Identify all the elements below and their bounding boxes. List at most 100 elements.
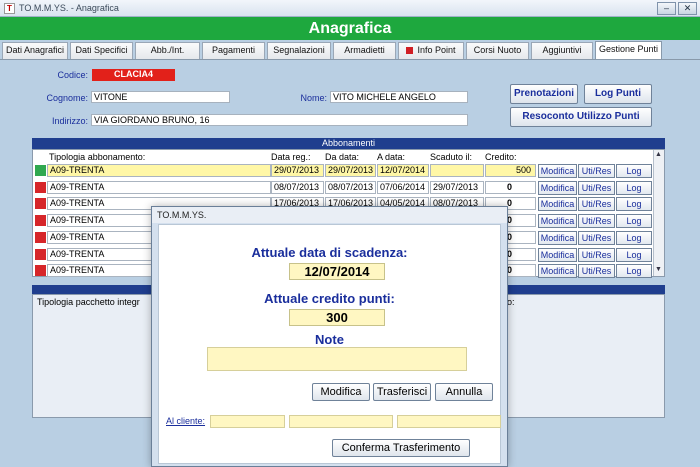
cognome-label: Cognome: [46,93,88,103]
page-header: Anagrafica [0,17,700,40]
row-log-button[interactable]: Log [616,214,652,229]
row-uti-res-button[interactable]: Uti/Res [578,264,615,279]
credito-label: Attuale credito punti: [264,291,395,306]
tab-gestione-punti[interactable]: Gestione Punti [595,41,662,59]
cliente-field-1[interactable] [210,415,285,428]
credito-value: 300 [289,309,385,326]
row-modifica-button[interactable]: Modifica [538,247,577,262]
title-bar: T TO.M.M.YS. - Anagrafica – ✕ [0,0,700,17]
row-uti-res-button[interactable]: Uti/Res [578,214,615,229]
status-indicator-icon [35,165,46,176]
info-point-indicator-icon [406,47,414,54]
annulla-button[interactable]: Annulla [435,383,493,401]
cell-da: 08/07/2013 [325,180,376,194]
note-label: Note [315,332,344,347]
status-indicator-icon [35,248,46,260]
col-pacchetto-right: o: [507,297,515,307]
cell-scaduto: 29/07/2013 [430,180,484,194]
trasferimento-dialog: TO.M.M.YS. Attuale data di scadenza: 12/… [151,206,508,467]
tab-dati-anagrafici[interactable]: Dati Anagrafici [2,42,68,59]
tab-info-point[interactable]: Info Point [398,42,464,59]
prenotazioni-button[interactable]: Prenotazioni [510,84,578,104]
tab-segnalazioni[interactable]: Segnalazioni [267,42,331,59]
minimize-button[interactable]: – [657,2,676,15]
abbonamenti-scrollbar[interactable]: ▲ ▼ [653,150,664,276]
row-uti-res-button[interactable]: Uti/Res [578,230,615,245]
row-modifica-button[interactable]: Modifica [538,264,577,279]
cell-credito: 0 [485,180,536,194]
row-log-button[interactable]: Log [616,247,652,262]
cell-data-reg: 08/07/2013 [271,180,324,194]
conferma-trasferimento-button[interactable]: Conferma Trasferimento [332,439,470,457]
table-row[interactable]: A09-TRENTA 29/07/2013 29/07/2013 12/07/2014… [33,162,653,178]
row-uti-res-button[interactable]: Uti/Res [578,247,615,262]
row-log-button[interactable]: Log [616,180,652,195]
col-data-reg: Data reg.: [271,152,311,162]
tab-strip: Dati Anagrafici Dati Specifici Abb./Int.… [0,41,700,59]
trasferisci-button[interactable]: Trasferisci [373,383,431,401]
al-cliente-link[interactable]: Al cliente: [166,416,205,426]
scroll-down-icon[interactable]: ▼ [655,266,662,273]
nome-label: Nome: [300,93,327,103]
cell-a: 12/07/2014 [377,164,429,177]
tab-info-point-label: Info Point [417,45,456,55]
row-modifica-button[interactable]: Modifica [538,180,577,195]
app-icon: T [4,3,15,14]
status-indicator-icon [35,265,46,277]
row-uti-res-button[interactable]: Uti/Res [578,180,615,195]
col-tipologia: Tipologia abbonamento: [49,152,146,162]
row-log-button[interactable]: Log [616,197,652,212]
row-modifica-button[interactable]: Modifica [538,214,577,229]
status-indicator-icon [35,231,46,243]
cognome-field[interactable] [91,91,230,103]
window-title: TO.M.M.YS. - Anagrafica [19,3,119,13]
indirizzo-field[interactable] [91,114,468,126]
row-modifica-button[interactable]: Modifica [538,230,577,245]
indirizzo-label: Indirizzo: [51,116,88,126]
note-field[interactable] [207,347,467,371]
nome-field[interactable] [330,91,468,103]
cell-credito: 500 [485,164,536,177]
status-indicator-icon [35,215,46,227]
tab-abb-int[interactable]: Abb./Int. [135,42,200,59]
col-scaduto: Scaduto il: [430,152,473,162]
scadenza-label: Attuale data di scadenza: [251,245,408,260]
cell-scaduto [430,164,484,177]
col-credito: Credito: [485,152,517,162]
abbonamenti-section-title: Abbonamenti [32,138,665,149]
scadenza-value: 12/07/2014 [289,263,385,280]
row-uti-res-button[interactable]: Uti/Res [578,164,615,178]
tab-pagamenti[interactable]: Pagamenti [202,42,265,59]
col-tipologia-pacchetto: Tipologia pacchetto integr [37,297,140,307]
scroll-up-icon[interactable]: ▲ [655,151,662,158]
dialog-title: TO.M.M.YS. [152,207,507,223]
codice-badge: CLACIA4 [92,69,175,81]
cliente-field-3[interactable] [397,415,501,428]
cell-a: 07/06/2014 [377,180,429,194]
tab-armadietti[interactable]: Armadietti [333,42,396,59]
cliente-field-2[interactable] [289,415,393,428]
cell-tipo: A09-TRENTA [47,164,271,177]
row-modifica-button[interactable]: Modifica [538,197,577,212]
cell-tipo: A09-TRENTA [47,180,271,194]
close-button[interactable]: ✕ [678,2,697,15]
row-log-button[interactable]: Log [616,264,652,279]
status-indicator-icon [35,181,46,193]
tab-corsi-nuoto[interactable]: Corsi Nuoto [466,42,529,59]
col-da-data: Da data: [325,152,360,162]
tab-aggiuntivi[interactable]: Aggiuntivi [531,42,593,59]
row-modifica-button[interactable]: Modifica [538,164,577,178]
modifica-button[interactable]: Modifica [312,383,370,401]
col-a-data: A data: [377,152,406,162]
status-indicator-icon [35,198,46,210]
cell-da: 29/07/2013 [325,164,376,177]
row-log-button[interactable]: Log [616,164,652,178]
table-row[interactable]: A09-TRENTA 08/07/2013 08/07/2013 07/06/2014… [33,179,653,195]
resoconto-utilizzo-punti-button[interactable]: Resoconto Utilizzo Punti [510,107,652,127]
row-log-button[interactable]: Log [616,230,652,245]
dialog-body: Attuale data di scadenza: 12/07/2014 Att… [158,224,501,464]
row-uti-res-button[interactable]: Uti/Res [578,197,615,212]
log-punti-button[interactable]: Log Punti [584,84,652,104]
tab-dati-specifici[interactable]: Dati Specifici [70,42,133,59]
cell-data-reg: 29/07/2013 [271,164,324,177]
